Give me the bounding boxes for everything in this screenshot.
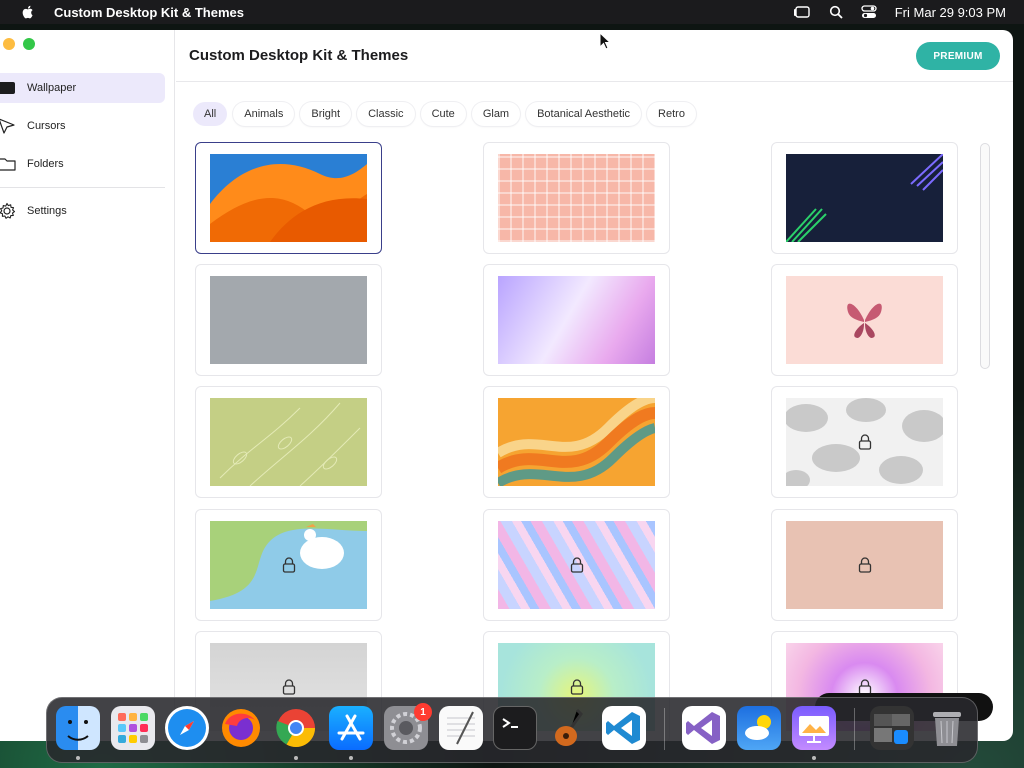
main-content: Custom Desktop Kit & Themes PREMIUM All …	[176, 30, 1013, 741]
wallpaper-icon	[0, 79, 16, 97]
wallpaper-thumbnail	[786, 398, 943, 486]
dock-separator	[664, 708, 665, 750]
menubar-clock[interactable]: Fri Mar 29 9:03 PM	[895, 5, 1006, 20]
filter-chip-glam[interactable]: Glam	[471, 102, 521, 126]
firefox-icon[interactable]	[219, 706, 263, 750]
folder-icon	[0, 155, 16, 173]
wallpaper-card[interactable]	[771, 264, 958, 376]
lock-icon	[570, 679, 583, 695]
app-store-running-indicator	[349, 756, 353, 760]
wallpaper-card[interactable]	[483, 386, 670, 498]
apple-menu-icon[interactable]	[20, 4, 36, 20]
wallpaper-card[interactable]	[195, 386, 382, 498]
butterfly-icon	[847, 303, 882, 338]
wallpaper-thumbnail	[210, 398, 367, 486]
wallpaper-thumbnail	[498, 154, 655, 242]
gear-icon	[0, 202, 16, 220]
launchpad-icon[interactable]	[111, 706, 155, 750]
zoom-button[interactable]	[23, 38, 35, 50]
vertical-scrollbar[interactable]	[980, 143, 990, 369]
finder-icon[interactable]	[56, 706, 100, 750]
wallpaper-card[interactable]	[483, 509, 670, 621]
dock-separator	[854, 708, 855, 750]
visual-studio-icon[interactable]	[682, 706, 726, 750]
active-app-name[interactable]: Custom Desktop Kit & Themes	[54, 5, 244, 20]
content-header: Custom Desktop Kit & Themes PREMIUM	[176, 30, 1013, 82]
lock-icon	[282, 557, 295, 573]
lock-icon	[282, 679, 295, 695]
wallpaper-card[interactable]	[771, 386, 958, 498]
vscode-icon[interactable]	[602, 706, 646, 750]
filter-chip-botanical-aesthetic[interactable]: Botanical Aesthetic	[526, 102, 642, 126]
wallpaper-thumbnail	[498, 276, 655, 364]
textedit-icon[interactable]	[439, 706, 483, 750]
garageband-icon[interactable]	[547, 706, 591, 750]
sidebar-item-folders[interactable]: Folders	[0, 149, 165, 179]
wallpaper-card[interactable]	[195, 264, 382, 376]
wallpaper-thumbnail	[210, 276, 367, 364]
filter-chip-retro[interactable]: Retro	[647, 102, 696, 126]
wallpaper-card[interactable]	[483, 142, 670, 254]
notification-badge: 1	[414, 703, 432, 721]
sidebar-item-label: Folders	[27, 158, 64, 170]
app-store-icon[interactable]	[329, 706, 373, 750]
control-center-icon[interactable]	[861, 5, 877, 19]
trash-icon[interactable]	[925, 706, 969, 750]
finder-running-indicator	[76, 756, 80, 760]
weather-icon[interactable]	[737, 706, 781, 750]
wallpaper-thumbnail	[786, 521, 943, 609]
lock-icon	[858, 557, 871, 573]
sidebar: Wallpaper Cursors Folders Settings	[0, 30, 175, 741]
minimize-button[interactable]	[3, 38, 15, 50]
premium-button[interactable]: PREMIUM	[916, 42, 1000, 70]
wallpaper-thumbnail	[210, 154, 367, 242]
wallpaper-thumbnail	[498, 398, 655, 486]
sidebar-item-label: Wallpaper	[27, 82, 77, 94]
wallpaper-card[interactable]	[771, 142, 958, 254]
chrome-running-indicator	[294, 756, 298, 760]
filter-chip-animals[interactable]: Animals	[233, 102, 295, 126]
system-settings-icon[interactable]: 1	[384, 703, 432, 750]
wallpaper-thumbnail	[210, 521, 367, 609]
window-controls	[3, 38, 35, 50]
terminal-icon[interactable]	[493, 706, 537, 750]
sidebar-item-label: Settings	[27, 205, 67, 217]
chrome-icon[interactable]	[274, 706, 318, 750]
spotlight-search-icon[interactable]	[829, 5, 843, 19]
wallpaper-thumbnail	[786, 154, 943, 242]
filter-chip-classic[interactable]: Classic	[357, 102, 415, 126]
menu-bar: Custom Desktop Kit & Themes Fri Mar 29 9…	[0, 0, 1024, 24]
wallpaper-card[interactable]	[483, 264, 670, 376]
lock-icon	[570, 557, 583, 573]
filter-chip-cute[interactable]: Cute	[420, 102, 466, 126]
filter-chip-bright[interactable]: Bright	[300, 102, 352, 126]
sidebar-item-wallpaper[interactable]: Wallpaper	[0, 73, 165, 103]
sidebar-item-cursors[interactable]: Cursors	[0, 111, 165, 141]
stage-manager-icon[interactable]	[793, 5, 811, 19]
filter-chip-all[interactable]: All	[193, 102, 228, 126]
safari-icon[interactable]	[165, 706, 209, 750]
sidebar-item-label: Cursors	[27, 120, 66, 132]
desktop-kit-running-indicator	[812, 756, 816, 760]
downloads-stack-icon[interactable]	[870, 706, 914, 750]
dock: 1	[46, 697, 978, 763]
app-window: Wallpaper Cursors Folders Settings Custo…	[0, 30, 1013, 741]
lock-icon	[858, 434, 871, 450]
wallpaper-card[interactable]	[195, 509, 382, 621]
sidebar-divider	[0, 187, 165, 188]
mouse-pointer-icon	[599, 32, 611, 50]
wallpaper-card[interactable]	[771, 509, 958, 621]
wallpaper-thumbnail	[786, 276, 943, 364]
sidebar-item-settings[interactable]: Settings	[0, 196, 165, 226]
cursor-icon	[0, 117, 16, 135]
wallpaper-card[interactable]	[195, 142, 382, 254]
page-title: Custom Desktop Kit & Themes	[189, 47, 409, 64]
category-filters: All Animals Bright Classic Cute Glam Bot…	[193, 102, 696, 126]
desktop-kit-icon[interactable]	[792, 706, 836, 750]
wallpaper-thumbnail	[498, 521, 655, 609]
